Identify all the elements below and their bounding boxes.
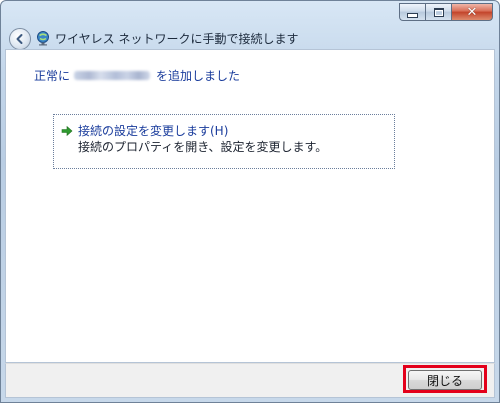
caption-buttons: ✕	[399, 3, 493, 23]
success-suffix: を追加しました	[156, 69, 241, 83]
dialog-window: ✕ ワイヤレス ネットワークに手動で接続します	[0, 0, 500, 403]
close-button[interactable]: 閉じる	[408, 370, 482, 390]
maximize-button[interactable]	[425, 3, 451, 21]
wireless-network-icon	[37, 31, 49, 46]
window-title: ワイヤレス ネットワークに手動で接続します	[55, 32, 299, 46]
title-bar: ✕ ワイヤレス ネットワークに手動で接続します	[1, 1, 499, 50]
window-close-button[interactable]: ✕	[451, 3, 493, 21]
redacted-network-name	[74, 71, 151, 80]
back-button[interactable]	[9, 28, 31, 50]
content-area	[5, 49, 495, 363]
option-description: 接続のプロパティを開き、設定を変更します。	[78, 140, 328, 154]
success-message: 正常に を追加しました	[34, 67, 240, 84]
success-prefix: 正常に	[34, 69, 71, 83]
minimize-button[interactable]	[399, 3, 425, 21]
minimize-icon	[407, 12, 418, 18]
back-arrow-icon	[16, 34, 23, 44]
maximize-icon	[433, 7, 444, 17]
option-title: 接続の設定を変更します(H)	[78, 124, 229, 138]
change-connection-settings-option[interactable]: 接続の設定を変更します(H) 接続のプロパティを開き、設定を変更します。	[53, 114, 395, 169]
close-icon: ✕	[466, 4, 478, 20]
green-arrow-icon	[61, 125, 73, 137]
